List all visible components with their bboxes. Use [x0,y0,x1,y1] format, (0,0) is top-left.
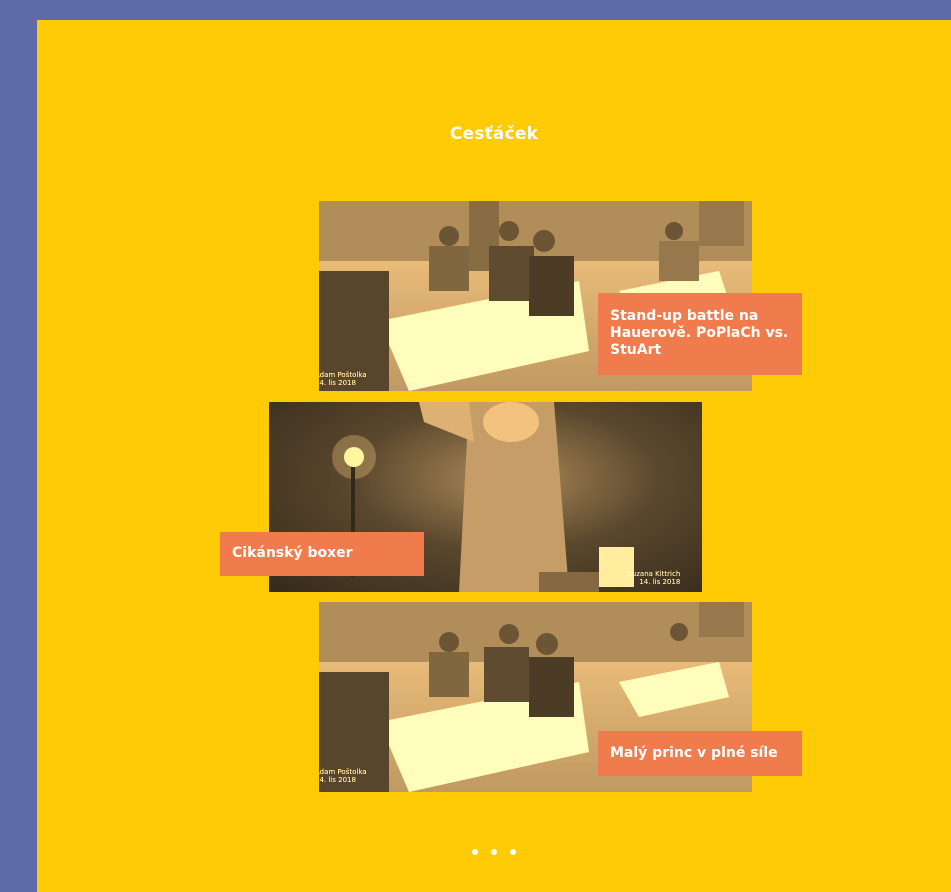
article-title-card[interactable]: Stand-up battle na Hauerově. PoPlaCh vs.… [598,293,802,375]
carousel-dot[interactable] [491,849,497,855]
credit-author: Adam Poštolka [319,768,367,776]
carousel-pagination [37,840,951,859]
credit-date: 14. lis 2018 [319,379,356,387]
credit-author: Zuzana Kittrich [627,570,681,578]
article-title: Cikánský boxer [232,545,353,561]
photo-credit: Adam Poštolka 14. lis 2018 [319,760,367,792]
carousel-dot[interactable] [510,849,517,855]
credit-date: 14. lis 2018 [639,578,681,586]
photo-credit: Zuzana Kittrich 14. lis 2018 [627,562,680,592]
section-title: Cesťáček [449,124,539,144]
credit-date: 14. lis 2018 [319,776,356,784]
article-title: Malý princ v plné síle [610,745,778,761]
carousel-dot[interactable] [471,849,478,855]
article-title-card[interactable]: Malý princ v plné síle [598,731,802,776]
content-panel: Cesťáček Adam Poštolka 14. lis 2018 Stan… [37,20,951,892]
article-title-card[interactable]: Cikánský boxer [220,532,424,576]
article-title: Stand-up battle na Hauerově. PoPlaCh vs.… [610,308,789,358]
credit-author: Adam Poštolka [319,371,367,379]
photo-credit: Adam Poštolka 14. lis 2018 [319,363,367,391]
